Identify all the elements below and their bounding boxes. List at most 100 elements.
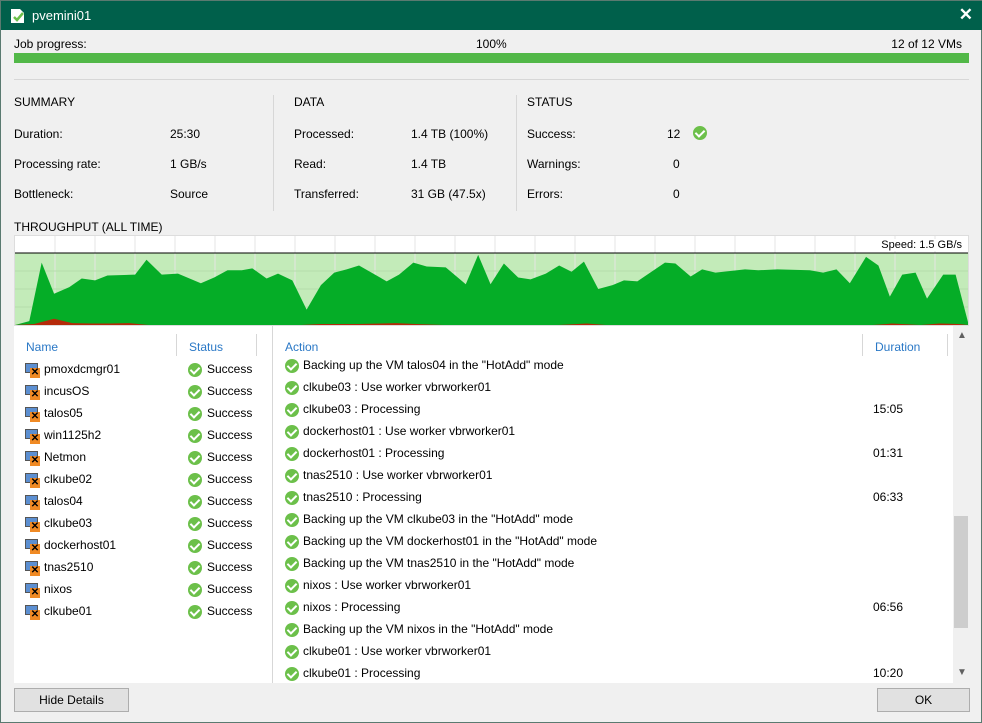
divider xyxy=(272,326,273,683)
processed-label: Processed: xyxy=(294,127,355,141)
log-row[interactable]: dockerhost01 : Processing 01:31 xyxy=(285,442,945,464)
success-count: 12 xyxy=(667,127,681,141)
vm-row[interactable]: ✕ pmoxdcmgr01 Success xyxy=(24,358,252,380)
log-row[interactable]: tnas2510 : Processing 06:33 xyxy=(285,486,945,508)
divider xyxy=(516,95,517,211)
vm-row[interactable]: ✕ tnas2510 Success xyxy=(24,556,252,578)
column-header-name[interactable]: Name xyxy=(26,340,58,354)
log-row[interactable]: clkube01 : Use worker vbrworker01 xyxy=(285,640,945,662)
log-row[interactable]: nixos : Processing 06:56 xyxy=(285,596,945,618)
log-row[interactable]: Backing up the VM clkube03 in the "HotAd… xyxy=(285,508,945,530)
success-check-icon xyxy=(188,450,202,465)
vm-name: tnas2510 xyxy=(44,560,94,574)
vm-row[interactable]: ✕ incusOS Success xyxy=(24,380,252,402)
log-row[interactable]: clkube01 : Processing 10:20 xyxy=(285,662,945,684)
vm-status: Success xyxy=(207,604,253,618)
log-action: nixos : Use worker vbrworker01 xyxy=(303,578,472,592)
log-row[interactable]: Backing up the VM tnas2510 in the "HotAd… xyxy=(285,552,945,574)
vm-name: clkube02 xyxy=(44,472,93,486)
vm-row[interactable]: ✕ Netmon Success xyxy=(24,446,252,468)
success-check-icon xyxy=(693,126,707,140)
vm-name: incusOS xyxy=(44,384,90,398)
vm-name: nixos xyxy=(44,582,73,596)
log-action: clkube03 : Use worker vbrworker01 xyxy=(303,380,492,394)
duration-value: 25:30 xyxy=(170,127,201,141)
log-action: tnas2510 : Use worker vbrworker01 xyxy=(303,468,493,482)
vm-row[interactable]: ✕ clkube03 Success xyxy=(24,512,252,534)
vm-icon: ✕ xyxy=(24,516,40,532)
log-action: Backing up the VM nixos in the "HotAdd" … xyxy=(303,622,553,636)
status-heading: STATUS xyxy=(527,95,573,109)
log-action: clkube01 : Processing xyxy=(303,666,421,680)
log-row[interactable]: Backing up the VM talos04 in the "HotAdd… xyxy=(285,354,945,376)
scroll-down-icon[interactable]: ▼ xyxy=(957,667,967,678)
vm-row[interactable]: ✕ clkube01 Success xyxy=(24,600,252,622)
log-action: dockerhost01 : Use worker vbrworker01 xyxy=(303,424,516,438)
throughput-heading: THROUGHPUT (ALL TIME) xyxy=(14,220,163,234)
vm-status: Success xyxy=(207,362,253,376)
divider xyxy=(947,334,948,356)
log-row[interactable]: dockerhost01 : Use worker vbrworker01 xyxy=(285,420,945,442)
success-check-icon xyxy=(285,358,299,373)
column-header-duration[interactable]: Duration xyxy=(875,340,920,354)
bottleneck-value: Source xyxy=(170,187,209,201)
job-icon xyxy=(11,9,24,23)
vm-status: Success xyxy=(207,406,253,420)
log-duration: 10:20 xyxy=(873,666,904,680)
vm-row[interactable]: ✕ nixos Success xyxy=(24,578,252,600)
success-check-icon xyxy=(188,472,202,487)
vm-icon: ✕ xyxy=(24,560,40,576)
log-row[interactable]: Backing up the VM nixos in the "HotAdd" … xyxy=(285,618,945,640)
log-action: Backing up the VM tnas2510 in the "HotAd… xyxy=(303,556,575,570)
warnings-label: Warnings: xyxy=(527,157,581,171)
log-row[interactable]: nixos : Use worker vbrworker01 xyxy=(285,574,945,596)
ok-button[interactable]: OK xyxy=(877,688,970,712)
vm-name: clkube03 xyxy=(44,516,93,530)
vm-icon: ✕ xyxy=(24,538,40,554)
vm-name: pmoxdcmgr01 xyxy=(44,362,121,376)
throughput-chart-svg xyxy=(15,236,968,325)
success-check-icon xyxy=(285,578,299,593)
column-header-action[interactable]: Action xyxy=(285,340,318,354)
transferred-value: 31 GB (47.5x) xyxy=(411,187,486,201)
vm-row[interactable]: ✕ win1125h2 Success xyxy=(24,424,252,446)
vm-row[interactable]: ✕ talos05 Success xyxy=(24,402,252,424)
bottleneck-label: Bottleneck: xyxy=(14,187,74,201)
scrollbar-thumb[interactable] xyxy=(954,516,968,628)
vm-row[interactable]: ✕ clkube02 Success xyxy=(24,468,252,490)
details-panel: Name Status ✕ pmoxdcmgr01 Success ✕ incusOS S… xyxy=(14,326,969,683)
divider xyxy=(273,95,274,211)
hide-details-button[interactable]: Hide Details xyxy=(14,688,129,712)
success-check-icon xyxy=(188,406,202,421)
processed-value: 1.4 TB (100%) xyxy=(411,127,489,141)
scroll-up-icon[interactable]: ▲ xyxy=(957,330,967,341)
log-action: clkube01 : Use worker vbrworker01 xyxy=(303,644,492,658)
success-check-icon xyxy=(188,494,202,509)
success-check-icon xyxy=(285,622,299,637)
summary-heading: SUMMARY xyxy=(14,95,76,109)
log-action: nixos : Processing xyxy=(303,600,401,614)
vm-row[interactable]: ✕ talos04 Success xyxy=(24,490,252,512)
vm-icon: ✕ xyxy=(24,406,40,422)
vm-icon: ✕ xyxy=(24,362,40,378)
log-action: dockerhost01 : Processing xyxy=(303,446,445,460)
window-title: pvemini01 xyxy=(32,8,92,23)
log-duration: 06:33 xyxy=(873,490,904,504)
errors-count: 0 xyxy=(673,187,680,201)
success-check-icon xyxy=(188,384,202,399)
action-log-scrollbar[interactable]: ▲ ▼ xyxy=(953,326,969,683)
job-progress-fill xyxy=(14,53,969,63)
log-row[interactable]: clkube03 : Use worker vbrworker01 xyxy=(285,376,945,398)
log-action: tnas2510 : Processing xyxy=(303,490,422,504)
success-check-icon xyxy=(188,582,202,597)
log-row[interactable]: clkube03 : Processing 15:05 xyxy=(285,398,945,420)
close-button[interactable]: ✕ xyxy=(959,5,973,25)
log-row[interactable]: Backing up the VM dockerhost01 in the "H… xyxy=(285,530,945,552)
success-check-icon xyxy=(285,424,299,439)
divider xyxy=(14,79,969,80)
vm-row[interactable]: ✕ dockerhost01 Success xyxy=(24,534,252,556)
log-action: Backing up the VM dockerhost01 in the "H… xyxy=(303,534,598,548)
log-row[interactable]: tnas2510 : Use worker vbrworker01 xyxy=(285,464,945,486)
log-duration: 15:05 xyxy=(873,402,904,416)
column-header-status[interactable]: Status xyxy=(189,340,223,354)
